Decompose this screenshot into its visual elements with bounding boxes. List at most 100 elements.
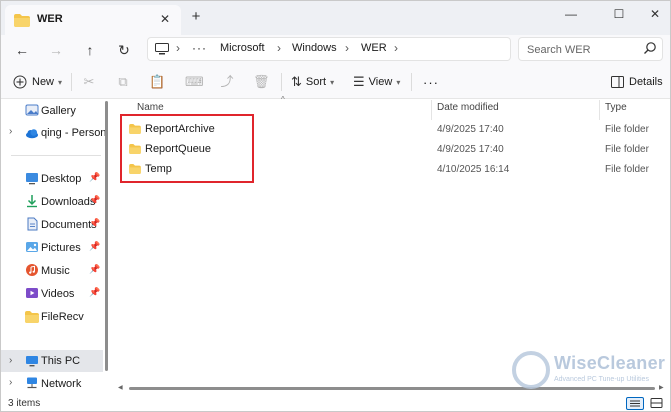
close-window-button[interactable]: ✕ [635, 1, 670, 29]
column-divider[interactable] [431, 100, 432, 120]
sidebar-scrollbar[interactable] [105, 101, 108, 371]
sidebar-item-music[interactable]: Music 📌 [1, 261, 103, 281]
search-icon[interactable] [643, 41, 657, 55]
sidebar-item-desktop[interactable]: Desktop 📌 [1, 169, 103, 189]
chevron-down-icon: ▾ [330, 77, 335, 87]
table-row[interactable]: ReportArchive 4/9/2025 17:40 File folder [121, 119, 661, 139]
column-header-type[interactable]: Type [605, 102, 627, 120]
sidebar-item-documents[interactable]: Documents 📌 [1, 215, 103, 235]
up-button[interactable]: ↑ [79, 39, 101, 61]
breadcrumb-microsoft[interactable]: Microsoft [220, 42, 265, 54]
sort-button[interactable]: ⇅ Sort ▾ [291, 73, 334, 91]
scroll-left-icon[interactable]: ◀ [118, 384, 123, 391]
new-tab-button[interactable]: + [188, 9, 204, 25]
refresh-button[interactable]: ↻ [113, 39, 135, 61]
music-icon [26, 264, 38, 276]
file-type: File folder [605, 124, 649, 135]
table-row[interactable]: ReportQueue 4/9/2025 17:40 File folder [121, 139, 661, 159]
divider [11, 155, 101, 156]
downloads-icon [27, 195, 37, 208]
maximize-button[interactable]: ☐ [599, 1, 639, 29]
file-date-modified: 4/9/2025 17:40 [437, 124, 504, 135]
file-name[interactable]: ReportArchive [145, 123, 215, 135]
videos-icon [26, 288, 38, 298]
breadcrumb-windows[interactable]: Windows [292, 42, 337, 54]
sidebar-item-downloads[interactable]: Downloads 📌 [1, 192, 103, 212]
sidebar-item-label: Desktop [41, 173, 82, 185]
forward-button[interactable]: → [45, 39, 67, 61]
file-name[interactable]: Temp [145, 163, 172, 175]
tab-title: WER [37, 13, 63, 25]
cut-icon[interactable]: ✂ [81, 74, 97, 90]
details-pane-button[interactable]: Details [611, 73, 663, 91]
breadcrumb-chevron-icon[interactable]: › [176, 41, 180, 55]
details-icon [611, 76, 624, 88]
chevron-right-icon[interactable]: › [9, 355, 12, 366]
sidebar-item-videos[interactable]: Videos 📌 [1, 284, 103, 304]
tiles-view-button[interactable] [648, 397, 666, 410]
sort-caret-icon: ^ [281, 95, 285, 104]
more-locations-button[interactable]: ··· [192, 41, 207, 55]
documents-icon [27, 217, 38, 231]
close-tab-icon[interactable]: ✕ [157, 11, 173, 27]
this-pc-icon [26, 356, 38, 367]
breadcrumb-chevron-icon[interactable]: › [277, 41, 281, 55]
sidebar-item-onedrive[interactable]: › qing - Personal [1, 123, 107, 143]
sidebar-item-network[interactable]: › Network [1, 374, 103, 394]
minimize-button[interactable]: — [551, 1, 591, 29]
column-divider[interactable] [599, 100, 600, 120]
scroll-right-icon[interactable]: ▶ [659, 384, 664, 391]
sidebar-item-filerecv[interactable]: FileRecv [1, 307, 103, 327]
sidebar-item-gallery[interactable]: Gallery [1, 101, 103, 121]
file-name[interactable]: ReportQueue [145, 143, 211, 155]
horizontal-scrollbar[interactable] [129, 387, 655, 390]
back-button[interactable]: ← [11, 39, 33, 61]
new-button[interactable]: New ▾ [13, 73, 62, 91]
search-input[interactable] [527, 42, 639, 57]
pictures-icon [26, 242, 38, 252]
title-bar: WER ✕ + — ☐ ✕ [1, 1, 670, 35]
copy-icon[interactable]: ⧉ [115, 74, 131, 90]
pin-icon: 📌 [89, 172, 101, 182]
pin-icon: 📌 [89, 264, 101, 274]
folder-icon [14, 14, 30, 27]
add-icon [13, 75, 27, 89]
file-explorer-window: WER ✕ + — ☐ ✕ ← → ↑ ↻ › ··· Microsoft › … [0, 0, 671, 412]
sidebar-item-pictures[interactable]: Pictures 📌 [1, 238, 103, 258]
folder-icon [129, 144, 141, 154]
address-bar[interactable]: › ··· Microsoft › Windows › WER › [147, 37, 511, 61]
more-options-button[interactable]: ··· [423, 73, 439, 91]
chevron-right-icon[interactable]: › [9, 126, 12, 137]
details-view-button[interactable] [626, 397, 644, 410]
column-header-date-modified[interactable]: Date modified [437, 102, 499, 120]
sidebar-item-label: Music [41, 265, 70, 277]
sidebar-item-label: Videos [41, 288, 75, 300]
details-label: Details [629, 76, 663, 88]
divider [411, 73, 412, 91]
onedrive-icon [26, 129, 38, 139]
item-count: 3 items [8, 398, 41, 409]
file-type: File folder [605, 144, 649, 155]
breadcrumb-chevron-icon[interactable]: › [394, 41, 398, 55]
view-button[interactable]: ☰ View ▾ [353, 73, 400, 91]
file-date-modified: 4/10/2025 16:14 [437, 164, 510, 175]
sidebar-item-label: Gallery [41, 105, 76, 117]
chevron-right-icon[interactable]: › [9, 377, 12, 388]
sidebar-item-this-pc[interactable]: › This PC [1, 350, 103, 372]
sidebar-item-label: Downloads [41, 196, 96, 208]
sidebar-item-label: This PC [41, 355, 81, 367]
breadcrumb-wer[interactable]: WER [361, 42, 387, 54]
table-row[interactable]: Temp 4/10/2025 16:14 File folder [121, 159, 661, 179]
column-header-name[interactable]: Name [137, 102, 164, 120]
sidebar-item-label: FileRecv [41, 311, 84, 323]
tab-wer[interactable]: WER ✕ [5, 5, 181, 35]
pin-icon: 📌 [89, 241, 101, 251]
rename-icon[interactable]: ⌨ [185, 74, 204, 90]
paste-icon[interactable]: 📋 [149, 74, 165, 90]
share-icon[interactable]: ⤴ [219, 74, 235, 90]
view-label: View [368, 76, 393, 88]
delete-icon[interactable]: 🗑 [253, 74, 270, 90]
search-box[interactable] [518, 37, 663, 61]
breadcrumb-chevron-icon[interactable]: › [345, 41, 349, 55]
sort-label: Sort [305, 76, 327, 88]
